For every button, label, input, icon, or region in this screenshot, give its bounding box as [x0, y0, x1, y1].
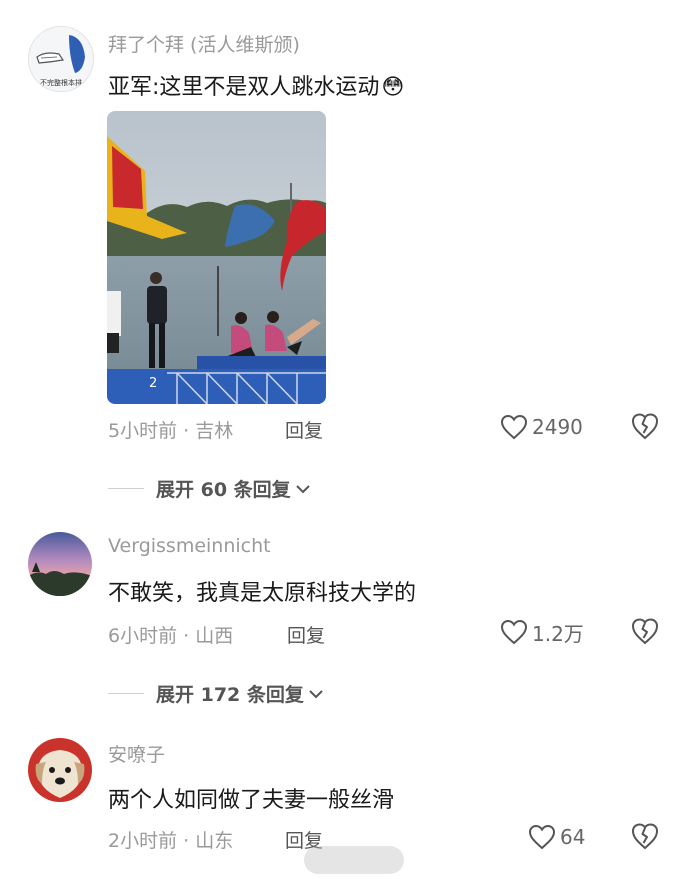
avatar-image	[28, 532, 92, 596]
broken-heart-icon	[631, 823, 659, 850]
expand-replies-button[interactable]: 展开 60 条回复	[108, 475, 311, 502]
time-location: 6小时前 · 山西	[108, 625, 234, 647]
username[interactable]: 拜了个拜 (活人维斯颁)	[108, 30, 300, 57]
avatar[interactable]	[28, 532, 92, 596]
comment-text: 不敢笑，我真是太原科技大学的	[108, 581, 417, 606]
username[interactable]: Vergissmeinnicht	[108, 535, 271, 557]
comment-item: 不完整根本排 拜了个拜 (活人维斯颁) 亚军:这里不是双人跳水运动😳 2 5小时…	[0, 0, 690, 520]
broken-heart-icon	[631, 413, 659, 440]
chevron-down-icon	[309, 689, 323, 698]
divider-line	[108, 693, 144, 694]
comment-text: 两个人如同做了夫妻一般丝滑	[108, 788, 395, 813]
svg-text:2: 2	[149, 376, 157, 391]
reply-button[interactable]: 回复	[285, 826, 323, 853]
comment-text: 亚军:这里不是双人跳水运动😳	[108, 69, 404, 101]
dislike-button[interactable]	[630, 822, 662, 852]
reply-button[interactable]: 回复	[285, 416, 323, 443]
like-button[interactable]: 1.2万	[500, 617, 584, 647]
like-button[interactable]: 64	[528, 822, 585, 852]
heart-outline-icon	[528, 824, 556, 850]
dislike-button[interactable]	[630, 412, 662, 442]
divider-line	[108, 488, 144, 489]
comment-photo[interactable]: 2	[107, 111, 326, 404]
like-count: 2490	[532, 415, 583, 439]
heart-outline-icon	[500, 414, 528, 440]
reply-button[interactable]: 回复	[287, 621, 325, 648]
avatar[interactable]: 不完整根本排	[28, 26, 94, 92]
expand-replies-label: 展开 60 条回复	[156, 479, 291, 501]
flushed-face-emoji-icon: 😳	[381, 75, 405, 100]
expand-replies-label: 展开 172 条回复	[156, 684, 304, 706]
podium-photo: 2	[107, 111, 326, 404]
like-count: 64	[560, 825, 586, 849]
time-location: 5小时前 · 吉林	[108, 420, 234, 442]
avatar-image: 不完整根本排	[29, 27, 93, 91]
expand-replies-button[interactable]: 展开 172 条回复	[108, 680, 324, 707]
broken-heart-icon	[631, 618, 659, 645]
dislike-button[interactable]	[630, 617, 662, 647]
avatar-image	[28, 738, 92, 802]
heart-outline-icon	[500, 619, 528, 645]
chevron-down-icon	[295, 484, 310, 493]
like-count: 1.2万	[532, 621, 584, 646]
svg-text:不完整根本排: 不完整根本排	[40, 78, 82, 87]
avatar[interactable]	[28, 738, 92, 802]
username[interactable]: 安嘹子	[108, 740, 165, 767]
comment-text-body: 亚军:这里不是双人跳水运动	[108, 75, 380, 100]
time-location: 2小时前 · 山东	[108, 830, 234, 852]
like-button[interactable]: 2490	[500, 412, 583, 442]
